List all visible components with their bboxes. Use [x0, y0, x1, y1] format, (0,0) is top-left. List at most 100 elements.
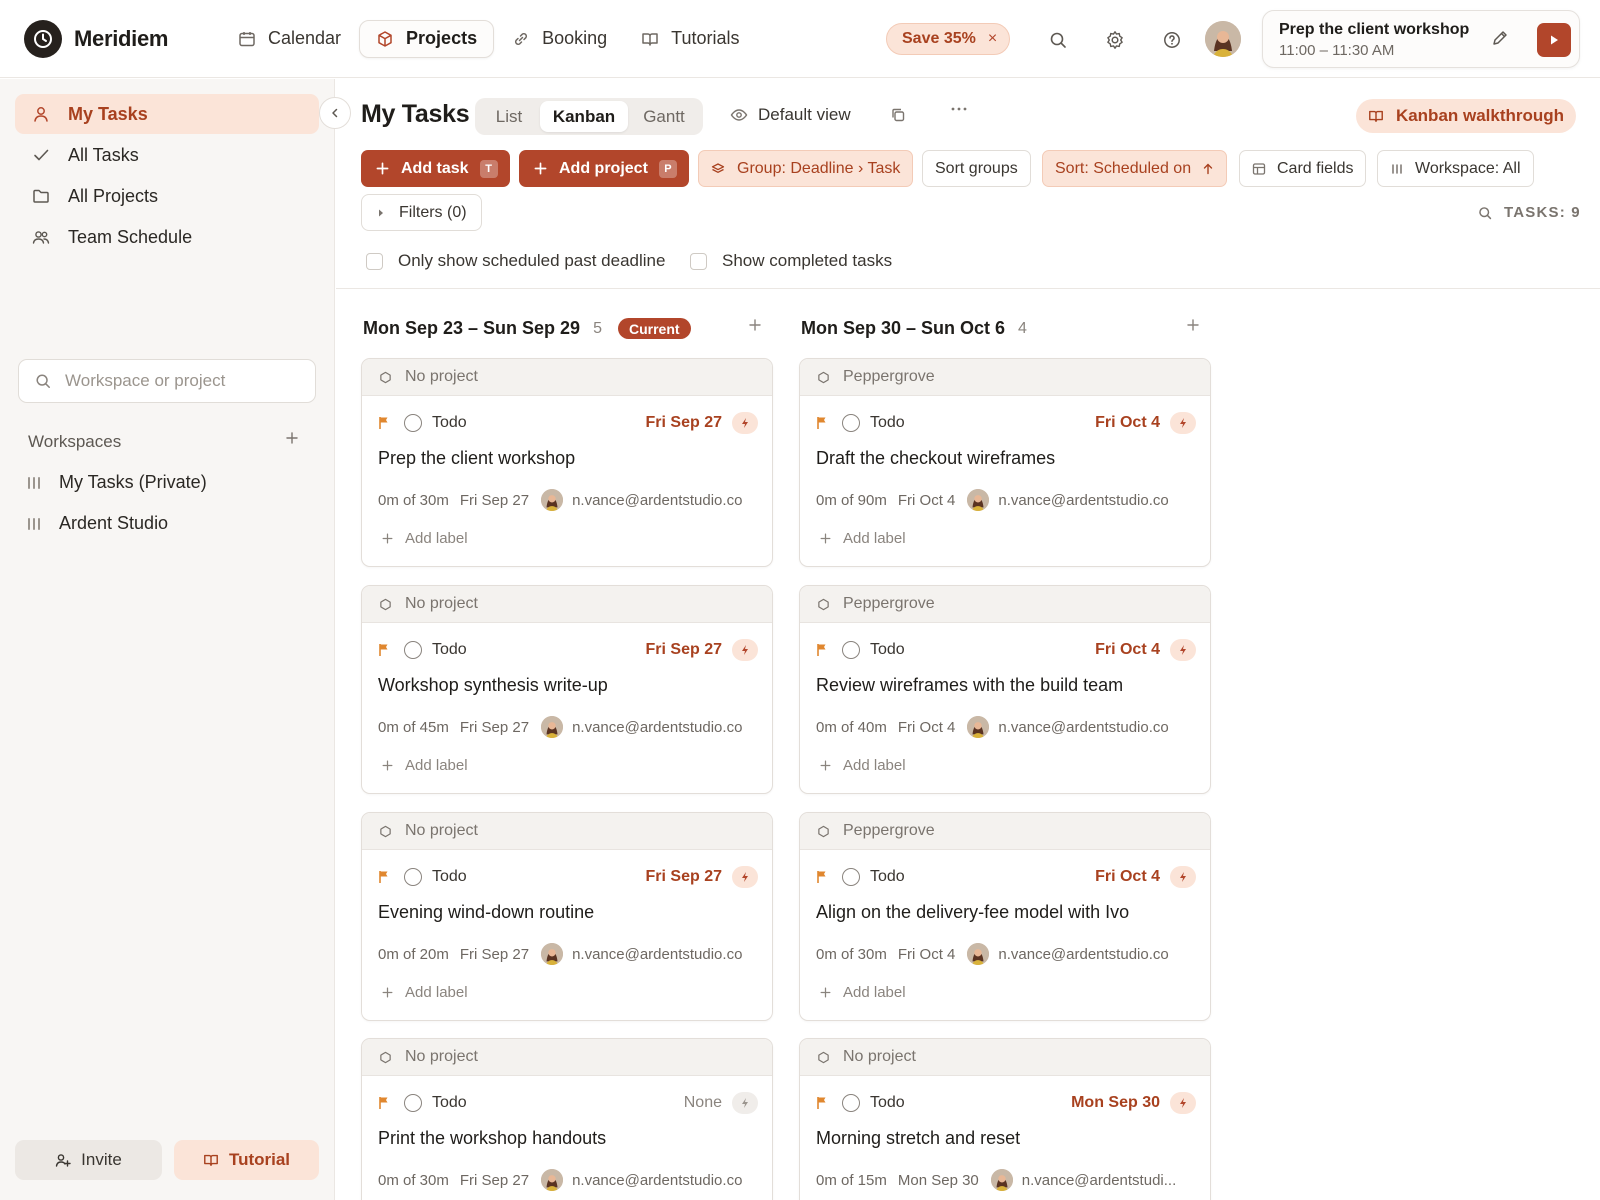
task-card[interactable]: No project Todo Mon Sep 30 Morning stretch … [799, 1038, 1211, 1200]
nav-tutorials[interactable]: Tutorials [625, 20, 755, 58]
task-card[interactable]: Peppergrove Todo Fri Oct 4 Align on the del… [799, 812, 1211, 1021]
tab-kanban[interactable]: Kanban [540, 101, 628, 132]
auto-schedule-bolt-icon[interactable] [1170, 1092, 1196, 1114]
help-button[interactable] [1157, 25, 1187, 55]
workspace-search-input[interactable] [65, 371, 295, 391]
add-project-button[interactable]: Add project P [519, 150, 689, 187]
flag-icon[interactable] [816, 416, 828, 430]
task-card[interactable]: No project Todo Fri Sep 27 Prep the client … [361, 358, 773, 567]
card-deadline[interactable]: Fri Sep 27 [646, 641, 722, 659]
workspace-filter-button[interactable]: Workspace: All [1377, 150, 1534, 187]
sidebar-item-all-tasks[interactable]: All Tasks [15, 135, 319, 175]
auto-schedule-bolt-icon[interactable] [732, 412, 758, 434]
card-deadline[interactable]: Fri Oct 4 [1095, 414, 1160, 432]
workspace-item-private[interactable]: My Tasks (Private) [28, 472, 207, 493]
group-by-button[interactable]: Group: Deadline › Task [698, 150, 914, 187]
card-project[interactable]: No project [362, 813, 772, 850]
pencil-icon[interactable] [1491, 29, 1509, 47]
add-task-button[interactable]: Add task T [361, 150, 510, 187]
show-completed-checkbox[interactable] [690, 252, 707, 270]
card-title[interactable]: Evening wind-down routine [378, 902, 594, 923]
default-view-button[interactable]: Default view [730, 105, 851, 125]
add-label-button[interactable]: Add label [382, 984, 468, 1001]
card-title[interactable]: Review wireframes with the build team [816, 675, 1123, 696]
add-label-button[interactable]: Add label [820, 757, 906, 774]
card-title[interactable]: Print the workshop handouts [378, 1128, 606, 1149]
task-card[interactable]: No project Todo Fri Sep 27 Workshop synthes… [361, 585, 773, 794]
card-project[interactable]: No project [362, 1039, 772, 1076]
auto-schedule-bolt-icon[interactable] [1170, 866, 1196, 888]
sidebar-item-team-schedule[interactable]: Team Schedule [15, 217, 319, 257]
nav-calendar[interactable]: Calendar [222, 20, 357, 58]
play-button[interactable] [1537, 23, 1571, 57]
status-circle-icon[interactable] [404, 414, 422, 432]
workspace-item-ardent-studio[interactable]: Ardent Studio [28, 513, 168, 534]
flag-icon[interactable] [378, 870, 390, 884]
sort-button[interactable]: Sort: Scheduled on [1042, 150, 1228, 187]
settings-button[interactable] [1100, 25, 1130, 55]
flag-icon[interactable] [378, 416, 390, 430]
status-circle-icon[interactable] [404, 1094, 422, 1112]
task-card[interactable]: No project Todo Fri Sep 27 Evening wind-dow… [361, 812, 773, 1021]
card-project[interactable]: No project [800, 1039, 1210, 1076]
brand[interactable]: Meridiem [24, 19, 190, 58]
flag-icon[interactable] [816, 1096, 828, 1110]
collapse-sidebar-button[interactable] [319, 97, 351, 129]
workspace-search[interactable] [18, 359, 316, 403]
add-workspace-plus-icon[interactable] [285, 431, 299, 445]
status-circle-icon[interactable] [404, 868, 422, 886]
column-add-plus-icon[interactable] [748, 318, 762, 332]
nav-booking[interactable]: Booking [496, 20, 623, 58]
nav-projects[interactable]: Projects [359, 19, 495, 58]
more-options-icon[interactable] [950, 106, 968, 112]
tab-gantt[interactable]: Gantt [628, 101, 700, 132]
card-deadline[interactable]: None [684, 1094, 722, 1112]
duplicate-icon[interactable] [890, 107, 906, 123]
add-label-button[interactable]: Add label [382, 530, 468, 547]
sidebar-item-my-tasks[interactable]: My Tasks [15, 94, 319, 134]
tab-list[interactable]: List [478, 101, 540, 132]
past-deadline-checkbox[interactable] [366, 252, 383, 270]
kanban-walkthrough-button[interactable]: Kanban walkthrough [1356, 99, 1576, 133]
column-add-plus-icon[interactable] [1186, 318, 1200, 332]
search-button[interactable] [1043, 25, 1073, 55]
card-project[interactable]: Peppergrove [800, 359, 1210, 396]
show-completed-option[interactable]: Show completed tasks [690, 251, 892, 271]
flag-icon[interactable] [378, 1096, 390, 1110]
task-card[interactable]: No project Todo None Print the workshop han… [361, 1038, 773, 1200]
tutorial-button[interactable]: Tutorial [174, 1140, 319, 1180]
status-circle-icon[interactable] [842, 414, 860, 432]
card-title[interactable]: Draft the checkout wireframes [816, 448, 1055, 469]
card-project[interactable]: Peppergrove [800, 813, 1210, 850]
auto-schedule-bolt-icon[interactable] [1170, 412, 1196, 434]
sort-groups-button[interactable]: Sort groups [922, 150, 1031, 187]
auto-schedule-bolt-icon[interactable] [732, 639, 758, 661]
status-circle-icon[interactable] [842, 641, 860, 659]
task-card[interactable]: Peppergrove Todo Fri Oct 4 Review wireframe… [799, 585, 1211, 794]
promo-close-icon[interactable]: × [988, 30, 997, 48]
card-deadline[interactable]: Fri Oct 4 [1095, 868, 1160, 886]
add-label-button[interactable]: Add label [820, 984, 906, 1001]
card-deadline[interactable]: Fri Sep 27 [646, 868, 722, 886]
card-project[interactable]: Peppergrove [800, 586, 1210, 623]
flag-icon[interactable] [816, 870, 828, 884]
add-label-button[interactable]: Add label [820, 530, 906, 547]
filters-button[interactable]: Filters (0) [361, 194, 482, 231]
past-deadline-option[interactable]: Only show scheduled past deadline [366, 251, 665, 271]
promo-badge[interactable]: Save 35% × [886, 23, 1011, 55]
card-deadline[interactable]: Fri Oct 4 [1095, 641, 1160, 659]
status-circle-icon[interactable] [842, 1094, 860, 1112]
add-label-button[interactable]: Add label [382, 757, 468, 774]
card-title[interactable]: Workshop synthesis write-up [378, 675, 608, 696]
search-icon[interactable] [1478, 206, 1492, 220]
current-task-card[interactable]: Prep the client workshop 11:00 – 11:30 A… [1262, 10, 1580, 68]
status-circle-icon[interactable] [842, 868, 860, 886]
card-deadline[interactable]: Mon Sep 30 [1071, 1094, 1160, 1112]
task-card[interactable]: Peppergrove Todo Fri Oct 4 Draft the checko… [799, 358, 1211, 567]
flag-icon[interactable] [378, 643, 390, 657]
card-title[interactable]: Morning stretch and reset [816, 1128, 1020, 1149]
card-title[interactable]: Align on the delivery-fee model with Ivo [816, 902, 1129, 923]
card-fields-button[interactable]: Card fields [1239, 150, 1367, 187]
auto-schedule-bolt-icon[interactable] [732, 1092, 758, 1114]
user-avatar[interactable] [1205, 21, 1241, 57]
